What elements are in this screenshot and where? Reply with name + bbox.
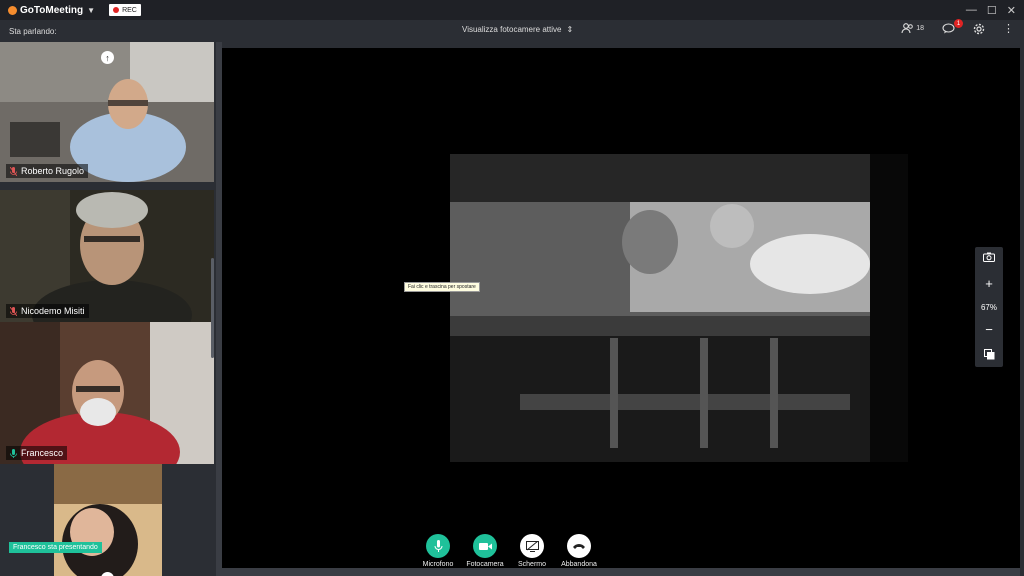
participant-video (0, 322, 214, 464)
attendees-count: 18 (916, 25, 924, 32)
participant-tile[interactable]: Francesco (0, 322, 214, 464)
chat-badge: 1 (954, 19, 963, 28)
mic-muted-icon (10, 166, 17, 176)
rec-label: REC (122, 6, 137, 14)
hang-up-icon (573, 544, 585, 549)
zoom-out-button[interactable]: − (985, 323, 993, 337)
camera-circle (473, 534, 497, 558)
kebab-menu-icon: ⋮ (1003, 23, 1014, 35)
copy-icon (983, 349, 994, 360)
camera-label: Fotocamera (466, 561, 504, 568)
camera-button[interactable]: Fotocamera (460, 534, 510, 568)
window-controls: — ☐ ✕ (966, 0, 1016, 20)
scroll-up-button[interactable]: ↑ (101, 51, 114, 64)
app-menu[interactable]: GoToMeeting ▼ (8, 5, 95, 16)
black-white-photo (450, 154, 908, 462)
participant-name: Roberto Rugolo (21, 166, 85, 176)
leave-label: Abbandona (561, 561, 597, 568)
participant-name: Nicodemo Misiti (21, 306, 85, 316)
chevron-down-icon: ▼ (87, 5, 96, 15)
meeting-toolbar: Sta parlando: Visualizza fotocamere atti… (0, 19, 1024, 42)
microphone-label: Microfono (422, 561, 454, 568)
close-button[interactable]: ✕ (1007, 4, 1016, 17)
participant-name-tag: Francesco (6, 446, 68, 460)
shared-photo (450, 154, 908, 462)
stage-footer (222, 568, 1020, 576)
sort-icon: ⇕ (566, 25, 574, 34)
settings-button[interactable] (973, 23, 985, 35)
leave-circle (567, 534, 591, 558)
screenshot-button[interactable] (983, 251, 995, 265)
more-options-button[interactable]: ⋮ (1003, 22, 1014, 35)
attendees-button[interactable]: 18 (901, 23, 924, 34)
camera-view-label: Visualizza fotocamere attive (462, 25, 562, 34)
video-camera-icon (478, 542, 492, 550)
maximize-button[interactable]: ☐ (987, 4, 997, 17)
chat-icon (942, 23, 955, 34)
zoom-level: 67% (980, 302, 997, 312)
participants-sidebar: ↑ Roberto Rugolo Nicodemo Misiti Frances… (0, 42, 216, 576)
participant-name: Francesco (21, 448, 64, 458)
minimize-button[interactable]: — (966, 4, 977, 16)
mic-muted-icon (10, 306, 17, 316)
logo-icon (8, 5, 17, 15)
microphone-button[interactable]: Microfono (413, 534, 463, 568)
screen-label: Schermo (517, 561, 546, 568)
mic-circle (426, 534, 450, 558)
leave-button[interactable]: Abbandona (554, 534, 604, 568)
participant-name-tag: Roberto Rugolo (6, 164, 89, 178)
camera-view-selector[interactable]: Visualizza fotocamere attive ⇕ (462, 25, 573, 34)
screen-share-button[interactable]: Schermo (507, 534, 557, 568)
participant-tile[interactable]: ↑ Roberto Rugolo (0, 42, 214, 182)
participant-tile[interactable]: Nicodemo Misiti (0, 190, 214, 322)
chat-button[interactable]: 1 (942, 19, 963, 34)
fit-screen-button[interactable] (983, 349, 995, 363)
people-icon (901, 23, 914, 34)
speaking-label: Sta parlando: (9, 26, 57, 36)
title-bar: GoToMeeting ▼ REC — ☐ ✕ (0, 0, 1024, 20)
gear-icon (973, 23, 985, 34)
record-icon (113, 7, 120, 13)
rec-indicator[interactable]: REC (109, 4, 141, 16)
zoom-panel: + 67% − (975, 247, 1003, 367)
mic-icon (434, 540, 442, 552)
app-name: GoToMeeting (20, 4, 84, 16)
participant-name-tag: Nicodemo Misiti (6, 304, 89, 318)
zoom-in-button[interactable]: + (985, 276, 993, 291)
screen-circle (520, 534, 544, 558)
camera-icon (983, 252, 995, 262)
mic-active-icon (10, 448, 17, 458)
sidebar-scrollbar[interactable] (211, 258, 214, 358)
participant-video (0, 190, 214, 322)
drag-tooltip: Fai clic e trascina per spostare (404, 282, 480, 292)
screen-share-off-icon (525, 540, 539, 552)
